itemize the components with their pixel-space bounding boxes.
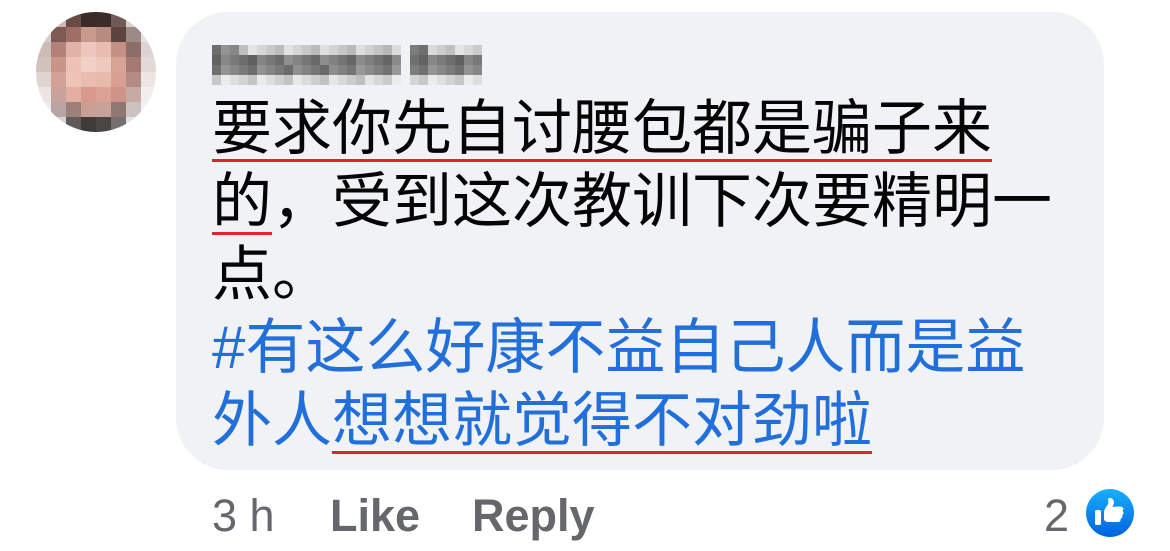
hashtag-line: 外人想想就觉得不对劲啦 [212, 384, 1052, 457]
hashtag-link-highlighted[interactable]: 想想就觉得不对劲啦 [332, 387, 872, 454]
author-name-pixelated [212, 45, 482, 85]
comment-line: 点。 [212, 238, 1052, 311]
author-name-blurred[interactable] [212, 45, 482, 85]
hashtag-link[interactable]: #有这么好康不益自己人而是益 [212, 314, 1025, 381]
comment-line: 要求你先自讨腰包都是骗子来 [212, 92, 1052, 165]
reaction-count[interactable]: 2 [1044, 488, 1069, 544]
like-button[interactable]: Like [330, 488, 420, 544]
reply-button[interactable]: Reply [472, 488, 595, 544]
hashtag-link[interactable]: 外人 [212, 387, 332, 454]
avatar[interactable] [36, 12, 156, 132]
highlighted-text: 要求你先自讨腰包都是骗子来 [212, 95, 992, 162]
comment-text: 点。 [212, 241, 332, 308]
comment-body: 要求你先自讨腰包都是骗子来 的，受到这次教训下次要精明一 点。 #有这么好康不益… [212, 92, 1052, 457]
hashtag-line: #有这么好康不益自己人而是益 [212, 311, 1052, 384]
like-reaction-icon [1086, 489, 1134, 537]
thumbs-up-icon[interactable] [1084, 487, 1136, 539]
highlighted-text: 的 [212, 168, 272, 235]
comment-line: 的，受到这次教训下次要精明一 [212, 165, 1052, 238]
comment-thread-item: 要求你先自讨腰包都是骗子来 的，受到这次教训下次要精明一 点。 #有这么好康不益… [0, 0, 1170, 551]
timestamp[interactable]: 3 h [212, 488, 275, 544]
comment-text: ，受到这次教训下次要精明一 [272, 168, 1052, 235]
avatar-blurred-image [36, 12, 156, 132]
